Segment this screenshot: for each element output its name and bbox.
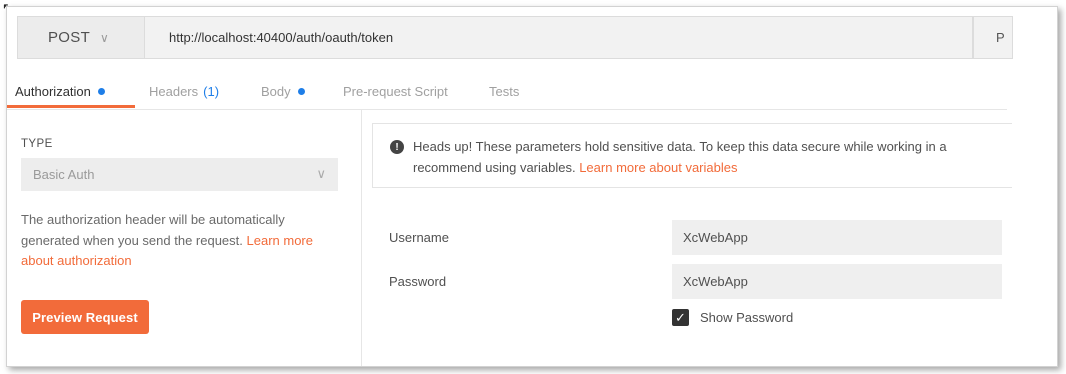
- checkmark-icon: ✓: [675, 309, 686, 325]
- auth-description-text: The authorization header will be automat…: [21, 212, 285, 248]
- username-input[interactable]: XcWebApp: [672, 220, 1002, 255]
- password-value: XcWebApp: [683, 274, 748, 289]
- tab-tests[interactable]: Tests: [489, 73, 519, 109]
- modified-dot-icon: [97, 87, 105, 95]
- auth-params-panel: ! Heads up! These parameters hold sensit…: [362, 110, 1012, 366]
- url-input[interactable]: http://localhost:40400/auth/oauth/token: [145, 16, 973, 59]
- auth-description: The authorization header will be automat…: [21, 210, 341, 272]
- preview-request-button[interactable]: Preview Request: [21, 300, 149, 334]
- tab-tests-label: Tests: [489, 83, 520, 99]
- notice-line-2-prefix: recommend using variables.: [413, 160, 576, 175]
- notice-text: Heads up! These parameters hold sensitiv…: [413, 136, 1023, 178]
- notice-line-2: recommend using variables. Learn more ab…: [413, 157, 1023, 178]
- username-label: Username: [389, 230, 449, 245]
- tab-pre-request-script-label: Pre-request Script: [343, 83, 448, 99]
- request-bar: POST ∨ http://localhost:40400/auth/oauth…: [17, 16, 1013, 59]
- params-button[interactable]: P: [973, 16, 1013, 59]
- tab-headers-count: (1): [203, 83, 220, 99]
- url-value: http://localhost:40400/auth/oauth/token: [169, 30, 394, 45]
- auth-type-select[interactable]: Basic Auth ∨: [21, 158, 338, 191]
- request-tabs: Authorization Headers (1) Body Pre-reque…: [7, 73, 1007, 110]
- auth-type-panel: TYPE Basic Auth ∨ The authorization head…: [7, 110, 362, 366]
- tab-headers-label: Headers: [149, 83, 199, 99]
- notice-line-1: Heads up! These parameters hold sensitiv…: [413, 139, 947, 154]
- type-heading: TYPE: [21, 138, 53, 150]
- username-value: XcWebApp: [683, 230, 748, 245]
- params-label: P: [996, 30, 1005, 45]
- show-password-label[interactable]: Show Password: [700, 310, 793, 325]
- tab-authorization-label: Authorization: [15, 83, 91, 99]
- show-password-checkbox[interactable]: ✓: [672, 309, 689, 326]
- chevron-down-icon: ∨: [316, 166, 326, 181]
- tab-authorization[interactable]: Authorization: [15, 73, 105, 109]
- chevron-down-icon: ∨: [100, 30, 110, 45]
- password-label: Password: [389, 274, 447, 289]
- tab-body-label: Body: [261, 83, 291, 99]
- active-tab-indicator: [7, 105, 135, 108]
- method-label: POST: [48, 29, 91, 46]
- learn-more-variables-link[interactable]: Learn more about variables: [579, 160, 737, 175]
- modified-dot-icon: [297, 87, 305, 95]
- auth-type-value: Basic Auth: [33, 167, 95, 182]
- password-input[interactable]: XcWebApp: [672, 264, 1002, 299]
- tab-body[interactable]: Body: [261, 73, 305, 109]
- method-selector[interactable]: POST ∨: [17, 16, 145, 59]
- tab-pre-request-script[interactable]: Pre-request Script: [343, 73, 448, 109]
- tab-headers[interactable]: Headers (1): [149, 73, 219, 109]
- request-editor-window: POST ∨ http://localhost:40400/auth/oauth…: [6, 6, 1058, 367]
- sensitive-data-notice: ! Heads up! These parameters hold sensit…: [372, 123, 1012, 188]
- info-icon: !: [390, 140, 404, 154]
